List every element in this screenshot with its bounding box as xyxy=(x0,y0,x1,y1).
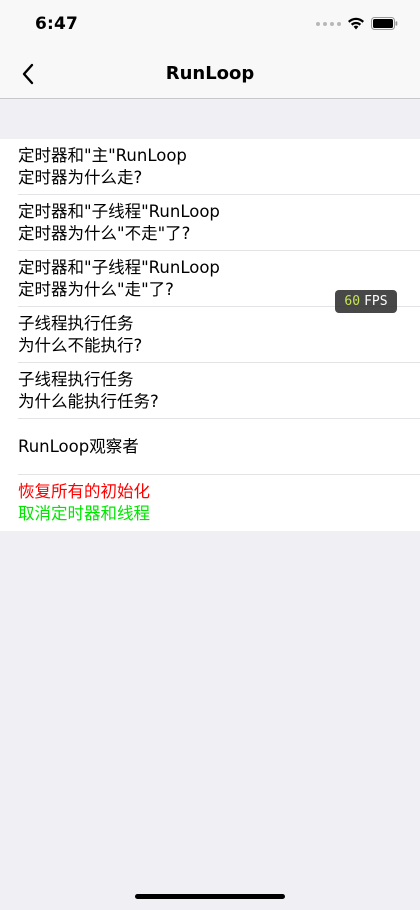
status-icons xyxy=(316,17,398,30)
screen: 6:47 RunLoop 定时器和"主"RunLoop 定时器为什么走? 定时器… xyxy=(0,0,420,910)
list-item-subthread-task-cannot-run[interactable]: 子线程执行任务 为什么不能执行? xyxy=(0,307,420,363)
page-title: RunLoop xyxy=(165,63,255,84)
row-title: 定时器和"主"RunLoop xyxy=(18,146,187,165)
home-indicator[interactable] xyxy=(135,894,285,899)
list-item-main-runloop-timer[interactable]: 定时器和"主"RunLoop 定时器为什么走? xyxy=(0,139,420,195)
row-subtitle: 定时器为什么"不走"了? xyxy=(18,224,191,243)
list-item-runloop-observer[interactable]: RunLoop观察者 xyxy=(0,419,420,475)
cancel-timer-thread-label: 取消定时器和线程 xyxy=(18,504,150,523)
row-subtitle: 为什么能执行任务? xyxy=(18,392,159,411)
fps-label: FPS xyxy=(364,294,388,309)
row-title: RunLoop观察者 xyxy=(18,437,139,456)
reset-label: 恢复所有的初始化 xyxy=(18,482,150,501)
table-view: 定时器和"主"RunLoop 定时器为什么走? 定时器和"子线程"RunLoop… xyxy=(0,139,420,531)
cellular-signal-icon xyxy=(316,21,341,26)
list-item-reset[interactable]: 恢复所有的初始化 取消定时器和线程 xyxy=(0,475,420,531)
row-title: 定时器和"子线程"RunLoop xyxy=(18,202,220,221)
navigation-bar: RunLoop xyxy=(0,50,420,99)
wifi-icon xyxy=(347,17,365,30)
row-title: 子线程执行任务 xyxy=(18,370,134,389)
row-subtitle: 定时器为什么走? xyxy=(18,168,143,187)
fps-value: 60 xyxy=(344,294,361,309)
battery-icon xyxy=(371,17,398,30)
list-item-subthread-task-can-run[interactable]: 子线程执行任务 为什么能执行任务? xyxy=(0,363,420,419)
row-title: 定时器和"子线程"RunLoop xyxy=(18,258,220,277)
fps-badge: 60 FPS xyxy=(335,290,397,313)
row-subtitle: 为什么不能执行? xyxy=(18,336,143,355)
status-time: 6:47 xyxy=(35,14,79,34)
status-bar: 6:47 xyxy=(0,0,420,50)
list-item-subthread-timer-not-running[interactable]: 定时器和"子线程"RunLoop 定时器为什么"不走"了? xyxy=(0,195,420,251)
row-title: 子线程执行任务 xyxy=(18,314,134,333)
